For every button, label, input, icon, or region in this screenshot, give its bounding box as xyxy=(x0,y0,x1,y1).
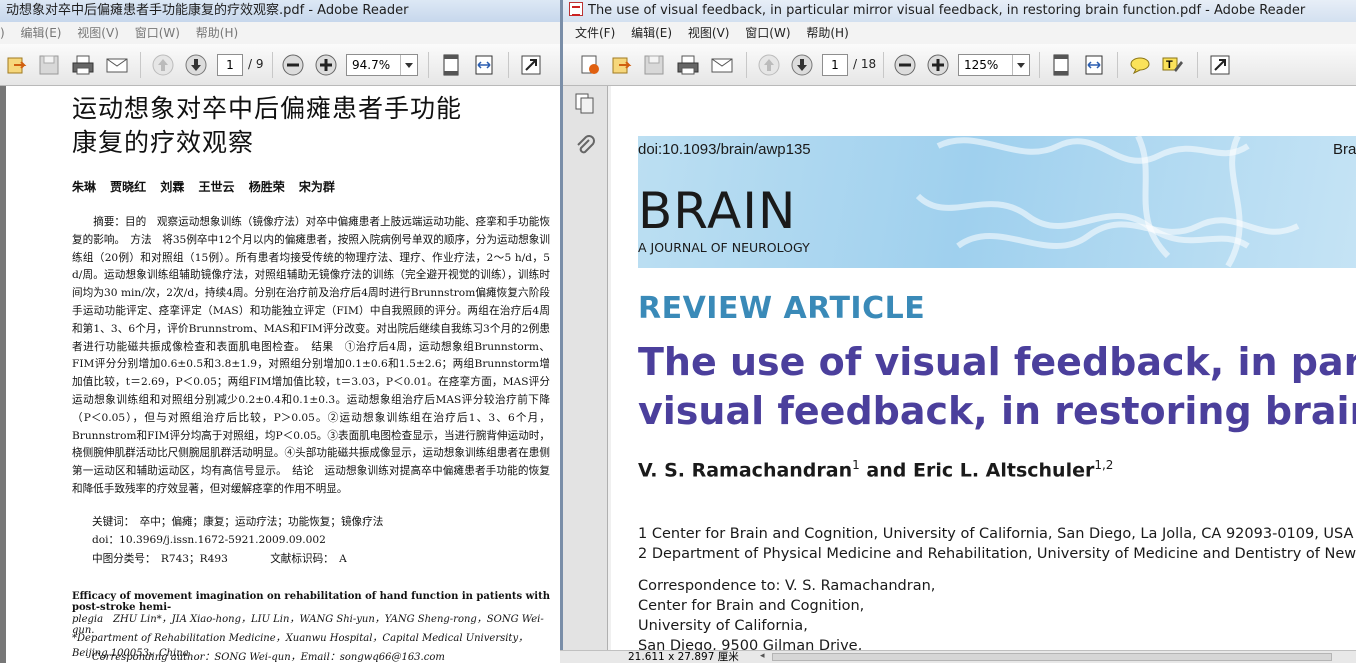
left-menu-edit[interactable]: 编辑(E) xyxy=(21,26,62,40)
next-page-icon[interactable] xyxy=(183,53,209,77)
left-menu-bar: ) 编辑(E) 视图(V) 窗口(W) 帮助(H) xyxy=(0,22,560,44)
pages-panel-icon[interactable] xyxy=(573,92,597,120)
cn-doi: doi：10.3969/j.issn.1672-5921.2009.09.002 xyxy=(92,534,326,546)
left-title-bar: 动想象对卒中后偏瘫患者手功能康复的疗效观察.pdf - Adobe Reader xyxy=(0,0,560,22)
affiliation-1: 1 Center for Brain and Cognition, Univer… xyxy=(638,526,1354,542)
left-menu-help[interactable]: 帮助(H) xyxy=(196,26,238,40)
left-reader-window: 动想象对卒中后偏瘫患者手功能康复的疗效观察.pdf - Adobe Reader… xyxy=(0,0,560,663)
header-journal-name: Brain xyxy=(1333,141,1356,158)
journal-logo: BRAIN xyxy=(638,182,797,240)
right-zoom-select[interactable]: 125% xyxy=(958,54,1030,76)
scroll-left-icon[interactable]: ◂ xyxy=(760,650,765,662)
right-window-title: The use of visual feedback, in particula… xyxy=(588,3,1306,18)
prev-page-icon[interactable] xyxy=(150,53,176,77)
right-menu-window[interactable]: 窗口(W) xyxy=(745,26,790,40)
right-document-page: doi:10.1093/brain/awp135 Brain BRAIN A J… xyxy=(611,86,1356,650)
zoom-out-icon[interactable] xyxy=(280,53,306,77)
highlight-text-icon[interactable]: T xyxy=(1160,53,1186,77)
attachments-icon[interactable] xyxy=(573,134,597,162)
zoom-out-icon[interactable] xyxy=(892,53,918,77)
left-menu-window[interactable]: 窗口(W) xyxy=(135,26,180,40)
article-doi: doi:10.1093/brain/awp135 xyxy=(638,141,811,158)
doi-line: doi:10.1093/brain/awp135 Brain xyxy=(638,136,1356,164)
zoom-in-icon[interactable] xyxy=(313,53,339,77)
right-title-bar: The use of visual feedback, in particula… xyxy=(563,0,1356,22)
affiliation-2: 2 Department of Physical Medicine and Re… xyxy=(638,546,1356,562)
cn-title-line1: 运动想象对卒中后偏瘫患者手功能 xyxy=(72,94,463,123)
right-reader-window: The use of visual feedback, in particula… xyxy=(560,0,1356,663)
left-document-page: 运动想象对卒中后偏瘫患者手功能 康复的疗效观察 朱琳 贾晓红 刘霖 王世云 杨胜… xyxy=(0,86,560,663)
left-zoom-select[interactable]: 94.7% xyxy=(346,54,418,76)
left-toolbar: 1 / 9 94.7% xyxy=(0,44,560,86)
print-icon[interactable] xyxy=(675,53,701,77)
correspondence-line4: San Diego, 9500 Gilman Drive, xyxy=(638,638,863,650)
en-corresponding: Corresponding author：SONG Wei-qun，Email：… xyxy=(92,652,445,663)
save-icon[interactable] xyxy=(36,53,62,77)
author-2: Eric L. Altschuler xyxy=(912,459,1095,482)
author-2-affiliation: 1,2 xyxy=(1094,458,1114,472)
authors-and: and xyxy=(859,459,913,482)
fit-width-icon[interactable] xyxy=(1081,53,1107,77)
open-icon[interactable] xyxy=(609,53,635,77)
author-1: V. S. Ramachandran xyxy=(638,459,853,482)
zoom-in-icon[interactable] xyxy=(925,53,951,77)
left-menu-file[interactable]: ) xyxy=(0,26,5,40)
comment-icon[interactable] xyxy=(1127,53,1153,77)
cn-classification: 中图分类号： R743；R493 文献标识码： A xyxy=(92,553,347,565)
journal-subtitle: A JOURNAL OF NEUROLOGY xyxy=(638,240,810,255)
save-icon[interactable] xyxy=(641,53,667,77)
svg-text:T: T xyxy=(1166,59,1173,71)
open-icon[interactable] xyxy=(4,53,30,77)
fit-page-icon[interactable] xyxy=(438,53,464,77)
article-section: REVIEW ARTICLE xyxy=(638,291,926,326)
print-icon[interactable] xyxy=(70,53,96,77)
right-menu-edit[interactable]: 编辑(E) xyxy=(631,26,672,40)
email-icon[interactable] xyxy=(104,53,130,77)
cn-title-line2: 康复的疗效观察 xyxy=(72,128,255,157)
email-icon[interactable] xyxy=(709,53,735,77)
correspondence-line3: University of California, xyxy=(638,618,808,634)
right-toolbar: 1 / 18 125% T xyxy=(563,44,1356,86)
status-bar: 21.611 x 27.897 厘米 ◂ xyxy=(560,650,1356,663)
right-page-total: / 18 xyxy=(853,57,877,71)
author-1-affiliation: 1 xyxy=(852,458,860,472)
right-menu-help[interactable]: 帮助(H) xyxy=(806,26,848,40)
create-pdf-icon[interactable] xyxy=(577,53,603,77)
right-page-input[interactable]: 1 xyxy=(822,54,848,76)
correspondence-line1: Correspondence to: V. S. Ramachandran, xyxy=(638,578,936,594)
journal-banner: doi:10.1093/brain/awp135 Brain BRAIN A J… xyxy=(638,136,1356,268)
pdf-icon xyxy=(569,2,583,16)
left-menu-view[interactable]: 视图(V) xyxy=(77,26,119,40)
article-authors: V. S. Ramachandran1 and Eric L. Altschul… xyxy=(638,458,1113,481)
cn-authors: 朱琳 贾晓红 刘霖 王世云 杨胜荣 宋为群 xyxy=(72,180,335,194)
right-menu-bar: 文件(F) 编辑(E) 视图(V) 窗口(W) 帮助(H) xyxy=(563,22,1356,44)
page-size-readout: 21.611 x 27.897 厘米 xyxy=(628,651,739,663)
right-menu-view[interactable]: 视图(V) xyxy=(688,26,730,40)
article-title-line1: The use of visual feedback, in particu xyxy=(638,340,1356,384)
horizontal-scrollbar[interactable] xyxy=(772,653,1332,661)
fit-width-icon[interactable] xyxy=(471,53,497,77)
right-menu-file[interactable]: 文件(F) xyxy=(575,26,615,40)
cn-abstract: 摘要：目的 观察运动想象训练（镜像疗法）对卒中偏瘫患者上肢远端运动功能、痉挛和手… xyxy=(72,216,550,495)
article-title: The use of visual feedback, in particu v… xyxy=(638,338,1356,436)
article-title-line2: visual feedback, in restoring brain fur xyxy=(638,389,1356,433)
full-screen-icon[interactable] xyxy=(1207,53,1233,77)
left-page-input[interactable]: 1 xyxy=(217,54,243,76)
full-screen-icon[interactable] xyxy=(518,53,544,77)
left-page-total: / 9 xyxy=(248,57,264,71)
fit-page-icon[interactable] xyxy=(1048,53,1074,77)
prev-page-icon[interactable] xyxy=(756,53,782,77)
correspondence-line2: Center for Brain and Cognition, xyxy=(638,598,865,614)
navigation-pane xyxy=(563,86,608,663)
next-page-icon[interactable] xyxy=(789,53,815,77)
left-window-title: 动想象对卒中后偏瘫患者手功能康复的疗效观察.pdf - Adobe Reader xyxy=(6,3,409,18)
cn-keywords: 关键词： 卒中；偏瘫；康复；运动疗法；功能恢复；镜像疗法 xyxy=(92,516,384,528)
